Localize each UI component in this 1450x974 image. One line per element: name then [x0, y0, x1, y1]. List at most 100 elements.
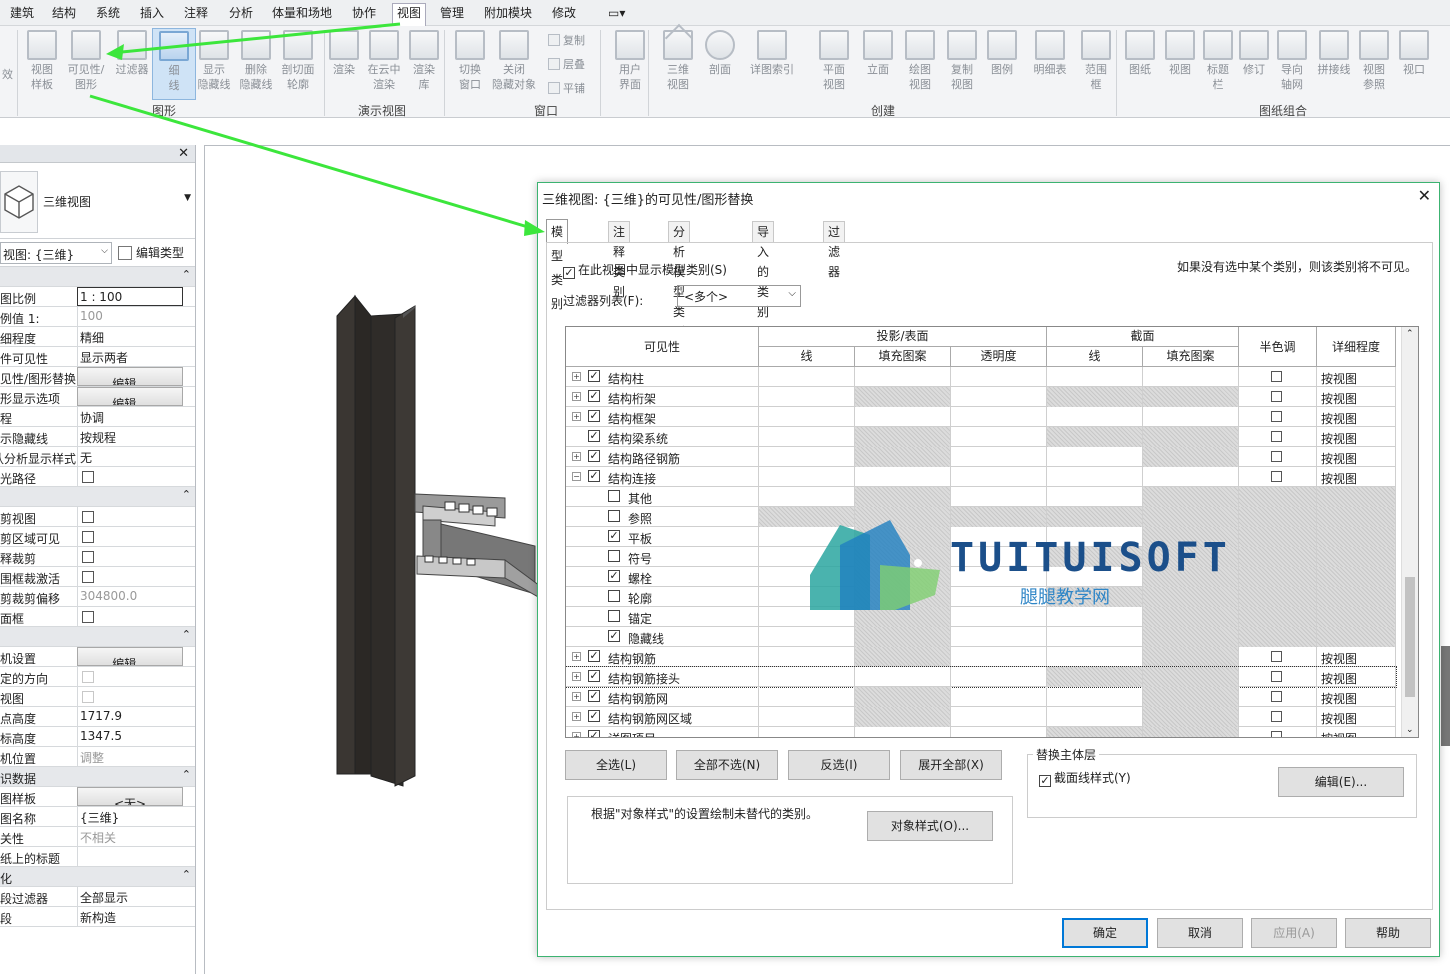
grid-scrollbar[interactable]: ⌃ ⌄	[1401, 327, 1418, 737]
property-value[interactable]: 新构造	[77, 907, 183, 926]
grid-cell[interactable]	[1239, 507, 1317, 527]
category-row[interactable]: + ✓ 结构桁架 按视图	[566, 387, 1396, 407]
ribbon-button-10[interactable]: 切换 窗口	[448, 28, 492, 100]
grid-cell[interactable]	[759, 667, 855, 687]
category-row[interactable]: + ✓ 结构路径钢筋 按视图	[566, 447, 1396, 467]
header-transparency[interactable]: 透明度	[951, 347, 1047, 367]
grid-cell[interactable]	[1047, 667, 1143, 687]
grid-cell[interactable]	[1317, 487, 1396, 507]
grid-cell[interactable]	[855, 627, 951, 647]
property-section-header[interactable]: 化 ⌃	[0, 867, 195, 887]
chevron-down-icon[interactable]: ▼	[184, 193, 191, 203]
ribbon-small-button-2[interactable]: 平铺	[548, 80, 585, 98]
ribbon-button-14[interactable]: 剖面	[698, 28, 742, 100]
ribbon-button-12[interactable]: 用户 界面	[608, 28, 652, 100]
grid-cell[interactable]	[951, 427, 1047, 447]
property-value[interactable]	[77, 607, 183, 626]
category-row[interactable]: + ✓ 结构柱 按视图	[566, 367, 1396, 387]
grid-cell[interactable]	[951, 487, 1047, 507]
grid-cell[interactable]	[1239, 527, 1317, 547]
ribbon-button-16[interactable]: 平面 视图	[812, 28, 856, 100]
grid-cell[interactable]	[759, 407, 855, 427]
grid-cell[interactable]	[1143, 447, 1239, 467]
cut-line-styles-checkbox[interactable]: ✓ 截面线样式(Y)	[1039, 769, 1131, 787]
detail-level-value[interactable]: 按视图	[1321, 410, 1357, 427]
tab-1[interactable]: 注释类别	[608, 221, 631, 299]
close-icon[interactable]: ✕	[178, 146, 189, 161]
grid-cell[interactable]	[855, 407, 951, 427]
grid-cell[interactable]	[951, 407, 1047, 427]
menu-4[interactable]: 注释	[180, 4, 212, 22]
grid-cell[interactable]	[1047, 447, 1143, 467]
grid-cell[interactable]	[1143, 707, 1239, 727]
grid-cell[interactable]	[1047, 427, 1143, 447]
grid-cell[interactable]	[1143, 427, 1239, 447]
expand-icon[interactable]: +	[572, 452, 581, 461]
category-visibility-checkbox[interactable]: ✓	[588, 710, 600, 722]
property-value[interactable]: 全部显示	[77, 887, 183, 906]
grid-cell[interactable]	[951, 727, 1047, 737]
halftone-checkbox[interactable]	[1271, 711, 1282, 722]
grid-cell[interactable]	[759, 427, 855, 447]
category-row[interactable]: ✓ 隐藏线	[566, 627, 1396, 647]
detail-level-value[interactable]: 按视图	[1321, 430, 1357, 447]
ribbon-button-29[interactable]: 视图 参照	[1352, 28, 1396, 100]
menu-11[interactable]: 修改	[548, 4, 580, 22]
category-row[interactable]: ✓ 结构梁系统 按视图	[566, 427, 1396, 447]
property-value[interactable]	[77, 847, 183, 866]
grid-cell[interactable]	[951, 467, 1047, 487]
grid-cell[interactable]	[1047, 367, 1143, 387]
ribbon-button-5[interactable]: 删除 隐藏线	[234, 28, 278, 100]
ribbon-button-28[interactable]: 拼接线	[1312, 28, 1356, 100]
grid-cell[interactable]	[1047, 627, 1143, 647]
grid-cell[interactable]	[1143, 627, 1239, 647]
property-value[interactable]	[77, 527, 183, 546]
category-visibility-checkbox[interactable]	[608, 610, 620, 622]
grid-cell[interactable]	[1317, 567, 1396, 587]
ribbon-button-1[interactable]: 可见性/图形	[64, 28, 108, 100]
quick-access-dropdown-icon[interactable]: ▭▾	[604, 4, 629, 22]
grid-cell[interactable]	[759, 487, 855, 507]
detail-level-value[interactable]: 按视图	[1321, 670, 1357, 687]
grid-cell[interactable]	[951, 447, 1047, 467]
halftone-checkbox[interactable]	[1271, 691, 1282, 702]
grid-cell[interactable]	[1143, 407, 1239, 427]
header-projection-pattern[interactable]: 填充图案	[855, 347, 951, 367]
detail-level-value[interactable]: 按视图	[1321, 730, 1357, 737]
grid-cell[interactable]	[759, 647, 855, 667]
header-detail-level[interactable]: 详细程度	[1317, 327, 1396, 367]
apply-button[interactable]: 应用(A)	[1251, 918, 1337, 948]
menu-8[interactable]: 视图	[392, 3, 427, 26]
grid-cell[interactable]	[1143, 647, 1239, 667]
grid-cell[interactable]	[951, 687, 1047, 707]
collapse-icon[interactable]: ⌃	[182, 628, 191, 641]
category-row[interactable]: + ✓ 详图项目 按视图	[566, 727, 1396, 737]
checkbox[interactable]	[82, 551, 94, 563]
menu-7[interactable]: 协作	[348, 4, 380, 22]
header-halftone[interactable]: 半色调	[1239, 327, 1317, 367]
expand-icon[interactable]: +	[572, 672, 581, 681]
chevron-down-icon[interactable]: ⌄	[1406, 725, 1414, 735]
menu-1[interactable]: 结构	[48, 4, 80, 22]
collapse-icon[interactable]: ⌃	[182, 768, 191, 781]
grid-cell[interactable]	[1143, 387, 1239, 407]
menu-6[interactable]: 体量和场地	[268, 4, 336, 22]
expand-icon[interactable]: +	[572, 392, 581, 401]
ribbon-button-15[interactable]: 详图索引	[750, 28, 794, 100]
category-visibility-checkbox[interactable]: ✓	[608, 530, 620, 542]
category-visibility-checkbox[interactable]: ✓	[588, 430, 600, 442]
ribbon-button-3[interactable]: 细线	[152, 28, 196, 100]
detail-level-value[interactable]: 按视图	[1321, 690, 1357, 707]
grid-cell[interactable]	[855, 667, 951, 687]
ribbon-button-19[interactable]: 复制 视图	[940, 28, 984, 100]
category-visibility-checkbox[interactable]: ✓	[608, 630, 620, 642]
property-section-header[interactable]: ⌃	[0, 267, 195, 287]
grid-cell[interactable]	[1143, 487, 1239, 507]
ribbon-button-13[interactable]: 三维 视图	[656, 28, 700, 100]
grid-cell[interactable]	[1317, 627, 1396, 647]
expand-icon[interactable]: +	[572, 372, 581, 381]
grid-cell[interactable]	[1239, 627, 1317, 647]
category-visibility-checkbox[interactable]: ✓	[588, 690, 600, 702]
checkbox[interactable]	[82, 571, 94, 583]
halftone-checkbox[interactable]	[1271, 431, 1282, 442]
